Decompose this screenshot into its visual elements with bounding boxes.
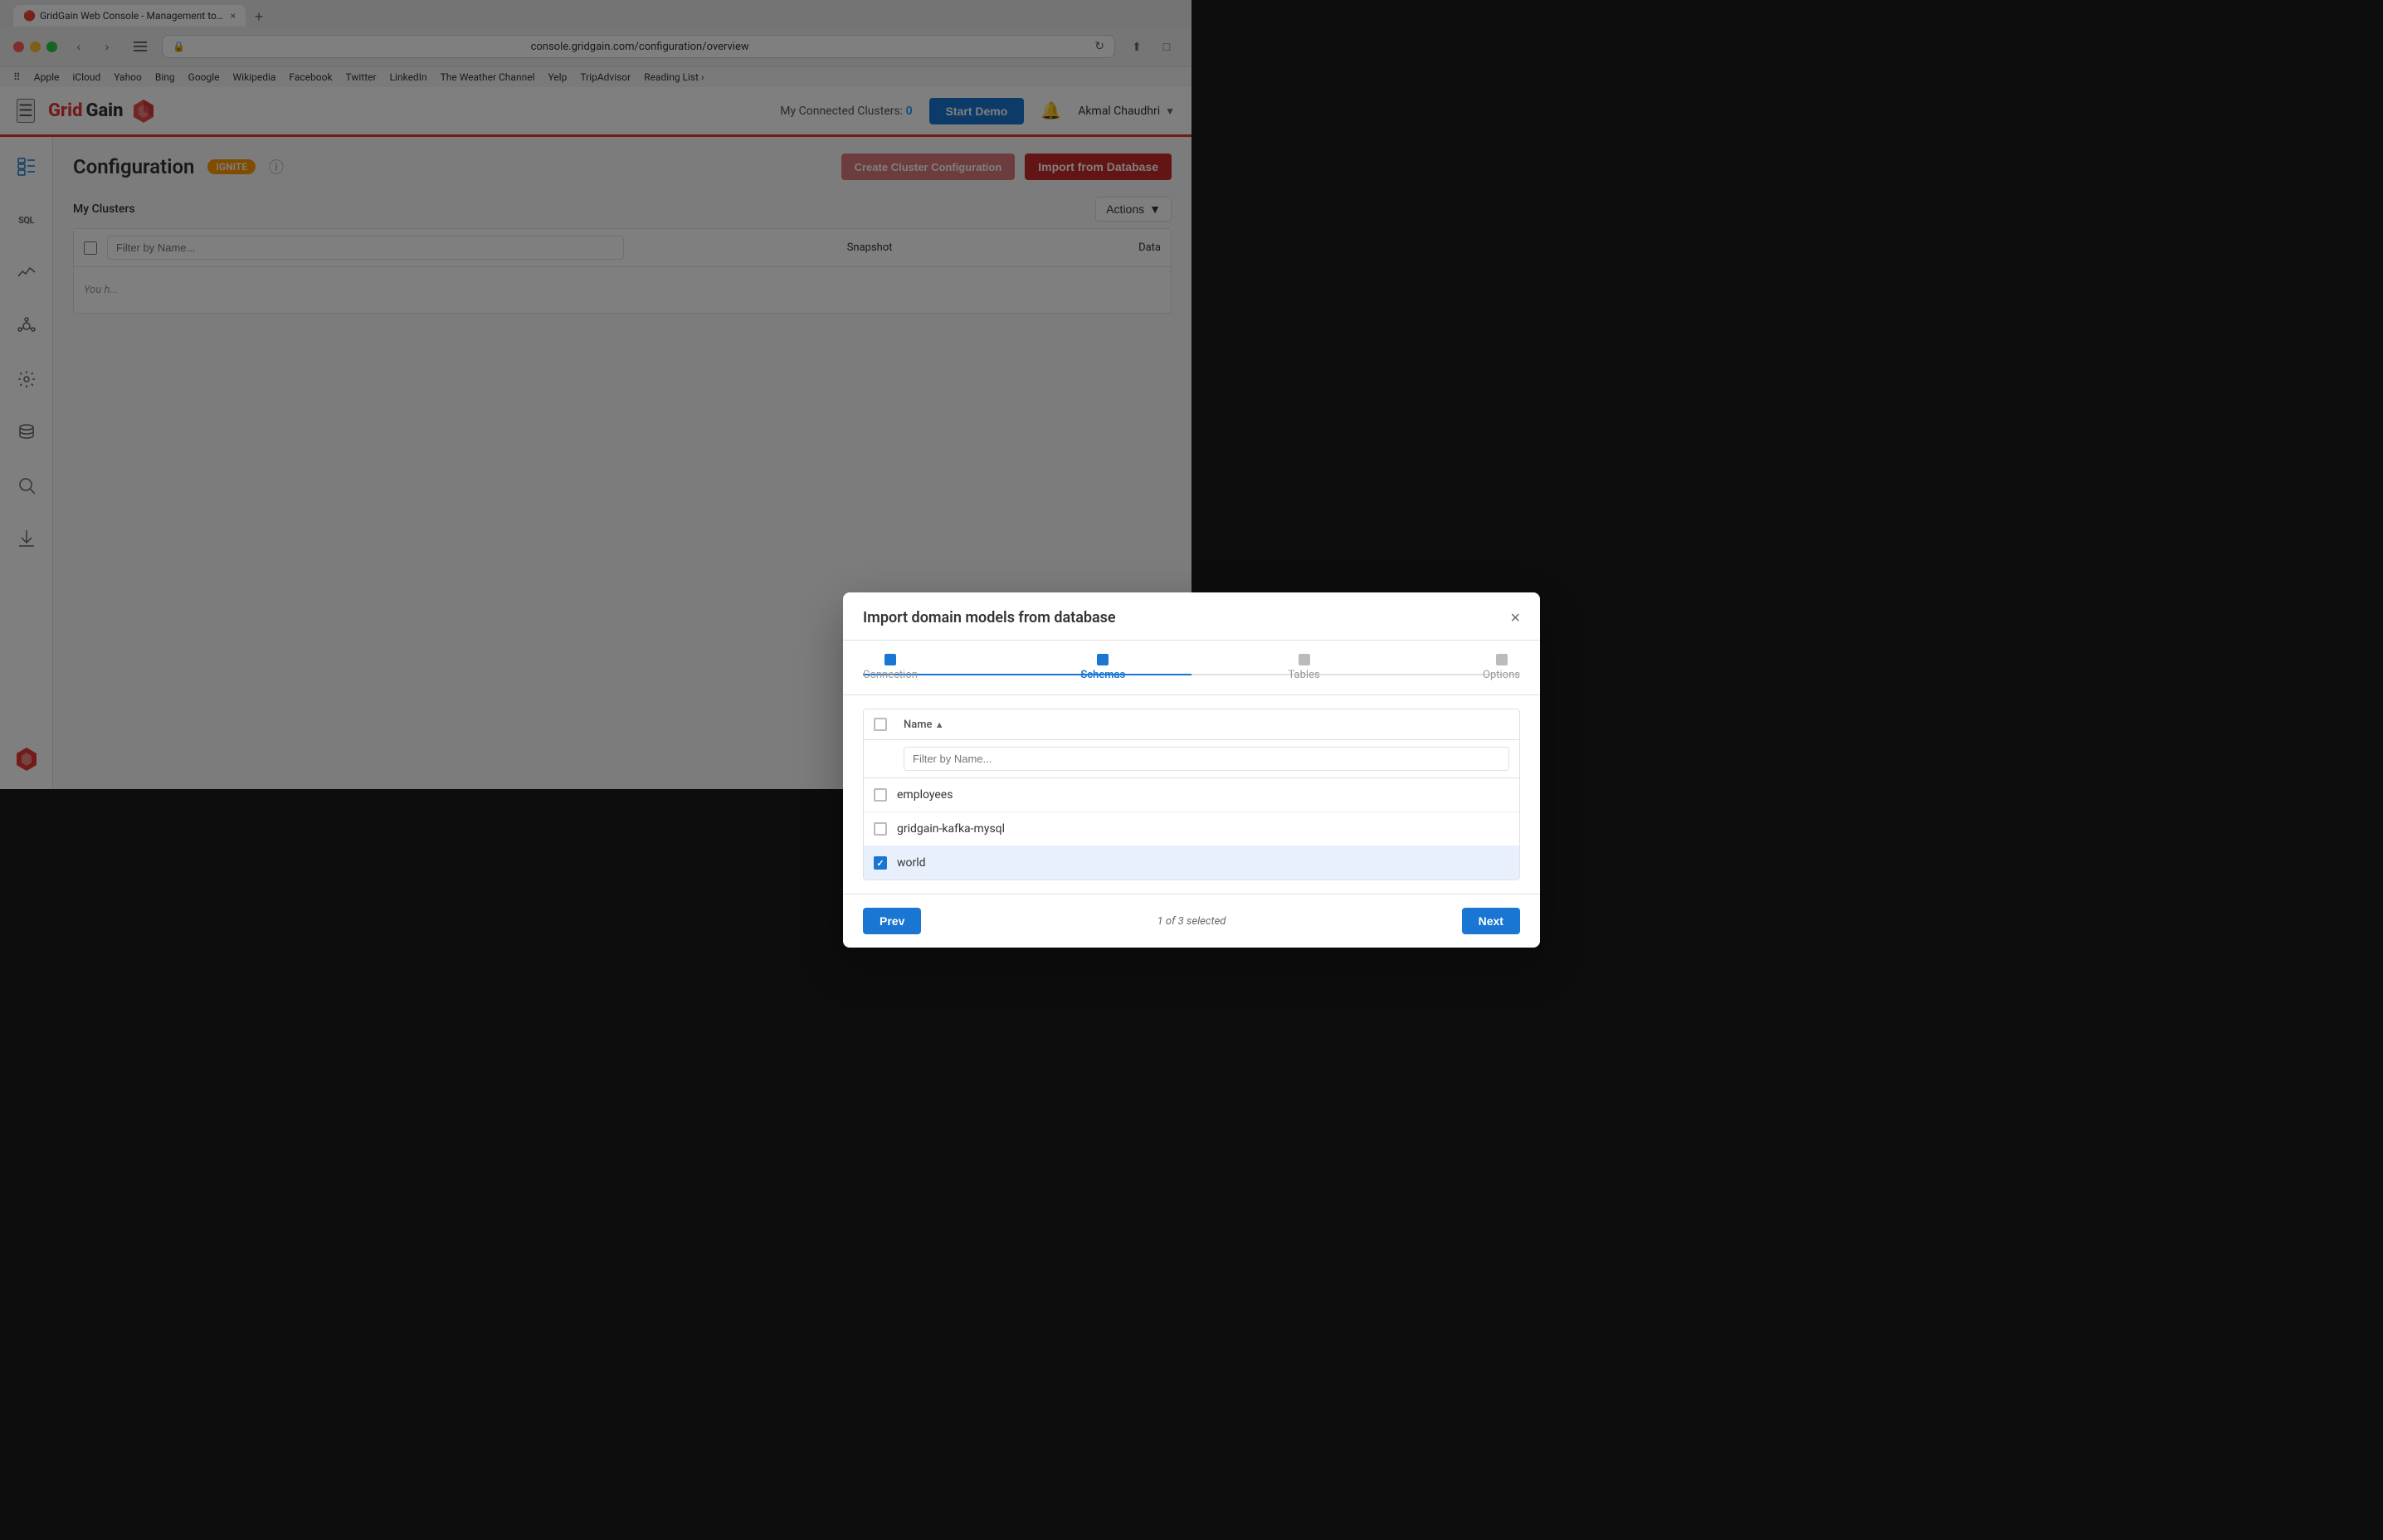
step-label-schemas: Schemas [1080,669,1125,681]
step-connection: Connection [863,654,918,681]
sort-arrow-icon[interactable]: ▲ [935,719,944,730]
schemas-name-col: Name ▲ [904,719,1192,731]
step-schemas: Schemas [1080,654,1125,681]
steps-container: Connection Schemas Tables [863,654,1192,681]
schema-filter-row [864,740,1192,778]
modal-header: Import domain models from database × [843,592,1192,641]
wizard-steps: Connection Schemas Tables [843,641,1192,695]
employees-checkbox[interactable] [874,788,887,789]
page-content: Configuration IGNITE ⓘ Create Cluster Co… [53,137,1192,789]
employees-name: employees [897,788,953,789]
step-dot-schemas [1097,654,1109,665]
schema-filter-input[interactable] [904,747,1192,771]
modal: Import domain models from database × Con… [843,592,1192,789]
schemas-table: Name ▲ [863,709,1192,789]
schema-row-employees[interactable]: employees [864,778,1192,789]
step-label-connection: Connection [863,669,918,681]
schemas-table-header: Name ▲ [864,709,1192,740]
modal-overlay[interactable]: Import domain models from database × Con… [53,137,1192,789]
step-dot-connection [884,654,896,665]
schemas-select-all-checkbox[interactable] [874,718,887,731]
modal-body: Name ▲ [843,695,1192,789]
modal-title: Import domain models from database [863,609,1116,626]
